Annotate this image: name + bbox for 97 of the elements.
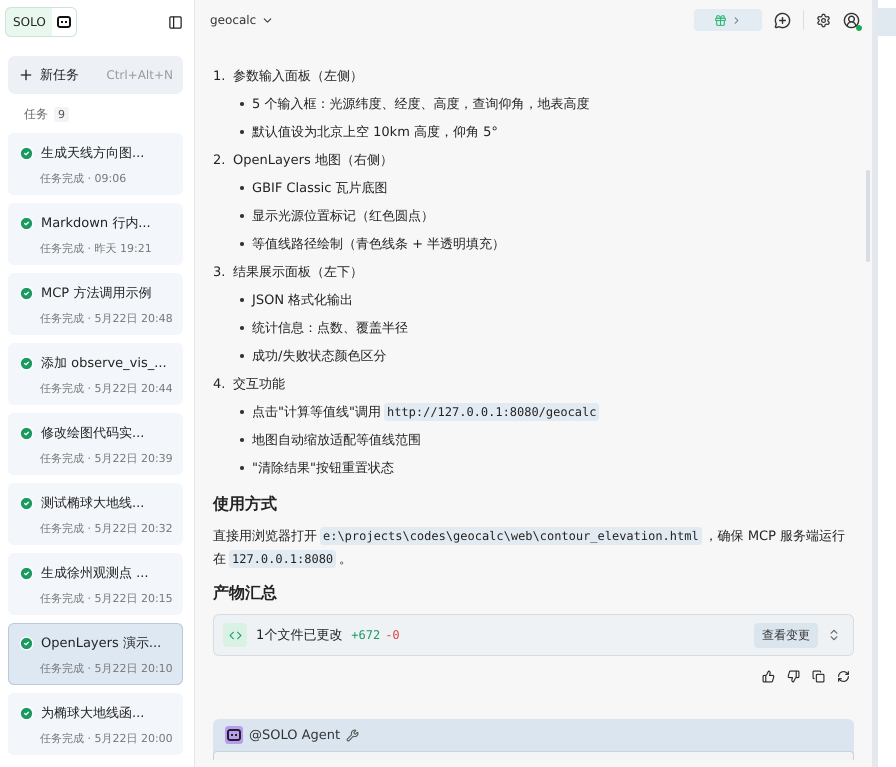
check-icon xyxy=(19,216,34,230)
check-icon xyxy=(19,356,34,370)
bullet-text: JSON 格式化输出 xyxy=(252,292,354,309)
inline-code: 127.0.0.1:8080 xyxy=(229,550,336,568)
check-icon xyxy=(19,706,34,720)
task-status: 任务完成 · 5月22日 20:48 xyxy=(40,311,174,326)
task-status: 任务完成 · 5月22日 20:15 xyxy=(40,591,174,606)
lines-added: +672 xyxy=(351,628,380,642)
inline-code: e:\projects\codes\geocalc\web\contour_elevation.html xyxy=(320,527,702,545)
project-dropdown[interactable]: geocalc xyxy=(210,13,274,27)
bullet-text: GBIF Classic 瓦片底图 xyxy=(252,180,388,197)
check-icon xyxy=(19,496,34,510)
agent-label: @SOLO Agent xyxy=(249,728,340,742)
section-label: 任务 xyxy=(24,106,48,123)
task-title: 测试椭球大地线... xyxy=(41,495,144,512)
thumbs-down-icon[interactable] xyxy=(787,670,800,683)
task-status: 任务完成 · 5月22日 20:39 xyxy=(40,451,174,466)
section-heading: 使用方式 xyxy=(213,494,278,515)
new-chat-icon[interactable] xyxy=(774,12,791,28)
retry-icon[interactable] xyxy=(837,670,850,683)
check-icon xyxy=(19,146,34,160)
bullet-text: 统计信息：点数、覆盖半径 xyxy=(252,320,408,337)
task-title: OpenLayers 演示... xyxy=(41,635,162,652)
robot-icon xyxy=(56,16,71,28)
check-icon xyxy=(19,286,34,300)
task-status: 任务完成 · 09:06 xyxy=(40,171,128,186)
task-status: 任务完成 · 5月22日 20:00 xyxy=(40,731,174,746)
task-card[interactable]: Markdown 行内... 任务完成 · 昨天 19:21 xyxy=(8,203,183,265)
task-title: 生成天线方向图... xyxy=(41,145,144,162)
bullet-icon xyxy=(240,410,244,414)
bullet-text: 5 个输入框：光源纬度、经度、高度，查询仰角，地表高度 xyxy=(252,96,590,113)
task-card[interactable]: 添加 observe_vis_... 任务完成 · 5月22日 20:44 xyxy=(8,343,183,405)
task-status: 任务完成 · 5月22日 20:32 xyxy=(40,521,174,536)
gift-icon xyxy=(714,14,727,26)
list-number: 1. xyxy=(213,68,226,84)
list-number: 2. xyxy=(213,152,226,168)
bullet-text: 显示光源位置标记（红色圆点） xyxy=(252,208,434,225)
wrench-icon xyxy=(346,728,360,742)
bullet-icon xyxy=(240,130,244,134)
settings-icon[interactable] xyxy=(816,12,831,28)
bullet-text: 等值线路径绘制（青色线条 + 半透明填充） xyxy=(252,236,506,253)
check-icon xyxy=(19,566,34,580)
list-item: 交互功能 xyxy=(233,376,285,393)
bullet-icon xyxy=(240,438,244,442)
usage-paragraph: 直接用浏览器打开 e:\projects\codes\geocalc\web\contour_elevation.html ，确保 MCP 服务端运行在 127.0.0.1:8080 。 xyxy=(213,526,846,570)
bullet-icon xyxy=(240,326,244,330)
lines-removed: -0 xyxy=(385,628,400,642)
list-number: 3. xyxy=(213,264,226,280)
bullet-text: 默认值设为北京上空 10km 高度，仰角 5° xyxy=(252,124,498,141)
task-count: 9 xyxy=(54,107,69,122)
bullet-icon xyxy=(240,102,244,106)
robot-icon xyxy=(227,729,241,741)
plus-icon xyxy=(18,67,34,83)
task-status: 任务完成 · 昨天 19:21 xyxy=(40,241,153,256)
new-task-button[interactable]: 新任务 Ctrl+Alt+N xyxy=(8,56,183,94)
brand-badge[interactable]: SOLO xyxy=(5,7,77,37)
list-number: 4. xyxy=(213,376,226,392)
task-title: MCP 方法调用示例 xyxy=(41,285,152,302)
bullet-text: 成功/失败状态颜色区分 xyxy=(252,348,386,365)
task-card[interactable]: MCP 方法调用示例 任务完成 · 5月22日 20:48 xyxy=(8,273,183,335)
message-field[interactable] xyxy=(213,751,854,760)
bullet-text: "清除结果"按钮重置状态 xyxy=(252,460,394,477)
bullet-icon xyxy=(240,298,244,302)
task-title: 添加 observe_vis_... xyxy=(41,355,167,372)
files-summary: 1个文件已更改 xyxy=(256,627,342,644)
task-card[interactable]: 生成天线方向图... 任务完成 · 09:06 xyxy=(8,133,183,195)
inline-code: http://127.0.0.1:8080/geocalc xyxy=(384,403,600,421)
task-card[interactable]: 为椭球大地线函... 任务完成 · 5月22日 20:00 xyxy=(8,693,183,755)
view-changes-button[interactable]: 查看变更 xyxy=(754,622,818,648)
task-title: 修改绘图代码实... xyxy=(41,425,144,442)
check-icon xyxy=(19,636,34,650)
list-item: 参数输入面板（左侧） xyxy=(233,68,363,85)
task-card[interactable]: 修改绘图代码实... 任务完成 · 5月22日 20:39 xyxy=(8,413,183,475)
task-title: 生成徐州观测点 ... xyxy=(41,565,149,582)
check-icon xyxy=(19,426,34,440)
bullet-icon xyxy=(240,214,244,218)
task-card[interactable]: OpenLayers 演示... 任务完成 · 5月22日 20:10 xyxy=(8,623,183,685)
list-item: OpenLayers 地图（右侧） xyxy=(233,152,393,169)
bullet-icon xyxy=(240,466,244,470)
bullet-icon xyxy=(240,186,244,190)
thumbs-up-icon[interactable] xyxy=(762,670,775,683)
task-card[interactable]: 测试椭球大地线... 任务完成 · 5月22日 20:32 xyxy=(8,483,183,545)
sidebar-toggle-icon[interactable] xyxy=(168,14,183,30)
bullet-text: 点击"计算等值线"调用 http://127.0.0.1:8080/geocalc xyxy=(252,403,602,421)
task-title: 为椭球大地线函... xyxy=(41,705,144,722)
task-title: Markdown 行内... xyxy=(41,215,151,232)
bullet-text: 地图自动缩放适配等值线范围 xyxy=(252,432,421,449)
code-icon xyxy=(223,623,247,647)
bullet-icon xyxy=(240,354,244,358)
copy-icon[interactable] xyxy=(812,670,825,683)
bullet-icon xyxy=(240,242,244,246)
task-status: 任务完成 · 5月22日 20:10 xyxy=(40,661,174,676)
account-icon[interactable] xyxy=(843,12,860,28)
list-item: 结果展示面板（左下） xyxy=(233,264,363,281)
task-status: 任务完成 · 5月22日 20:44 xyxy=(40,381,174,396)
task-card[interactable]: 生成徐州观测点 ... 任务完成 · 5月22日 20:15 xyxy=(8,553,183,615)
section-heading: 产物汇总 xyxy=(213,583,278,604)
